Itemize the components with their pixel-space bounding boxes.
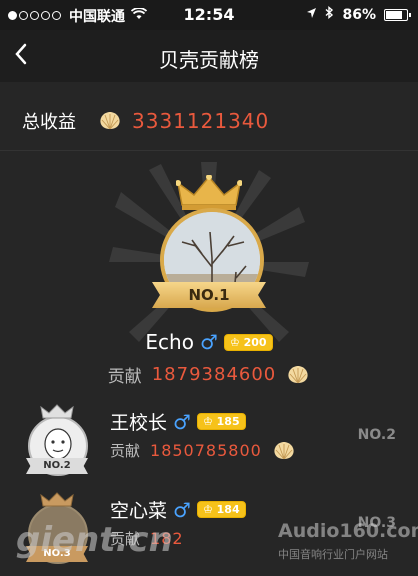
battery-icon	[384, 8, 411, 21]
page-title: 贝壳贡献榜	[159, 48, 259, 72]
crown-icon	[40, 404, 74, 424]
battery-percent: 86%	[342, 6, 376, 23]
status-bar: 中国联通 12:54 86%	[0, 0, 418, 30]
shell-icon	[98, 111, 122, 132]
male-icon: ♂	[199, 330, 218, 354]
contrib-label: 贡献	[107, 367, 142, 387]
location-icon	[306, 7, 317, 23]
rank2-contribution: 贡献 1850785800	[110, 440, 296, 461]
level-value: 185	[216, 415, 240, 428]
total-income: 总收益 3331121340	[0, 96, 418, 146]
male-icon: ♂	[173, 409, 191, 434]
male-icon: ♂	[173, 497, 191, 522]
rank2-name-row: 王校长 ♂ ♔ 185	[110, 408, 246, 435]
list-item[interactable]: NO.2 王校长 ♂ ♔ 185 贡献 1850785800 NO.2	[0, 392, 418, 488]
contrib-value: 1850785800	[150, 441, 262, 460]
top1-contribution: 贡献 1879384600	[0, 362, 418, 387]
rank2-avatar[interactable]: NO.2	[22, 404, 92, 476]
shell-icon	[286, 364, 310, 385]
contrib-value: 1879384600	[151, 364, 277, 385]
watermark-left: gient.cn	[16, 520, 173, 560]
top1-rank-ribbon: NO.1	[152, 282, 266, 308]
level-value: 184	[216, 503, 240, 516]
contrib-label: 贡献	[110, 442, 141, 460]
income-value: 3331121340	[132, 109, 270, 133]
rank3-name-row: 空心菜 ♂ ♔ 184	[110, 496, 246, 523]
bluetooth-icon	[325, 6, 334, 23]
watermark-right: Audio160.com	[278, 520, 418, 542]
nav-bar: 贝壳贡献榜	[0, 30, 418, 82]
rank2-name[interactable]: 王校长	[110, 408, 167, 435]
rank-label: NO.2	[357, 427, 396, 443]
rank-ribbon: NO.2	[26, 458, 88, 474]
income-label: 总收益	[22, 112, 76, 133]
watermark-right-sub: 中国音响行业门户网站	[278, 548, 388, 561]
level-badge: ♔ 185	[196, 413, 246, 430]
shell-icon	[272, 440, 296, 461]
top1-name[interactable]: Echo	[145, 330, 194, 354]
top1-name-row: Echo ♂ ♔ 200	[0, 330, 418, 354]
divider	[0, 150, 418, 151]
rank3-name[interactable]: 空心菜	[110, 496, 167, 523]
level-value: 200	[243, 335, 267, 349]
level-badge: ♔ 200	[223, 333, 273, 351]
level-badge: ♔ 184	[196, 501, 246, 518]
crown-icon	[40, 492, 74, 512]
